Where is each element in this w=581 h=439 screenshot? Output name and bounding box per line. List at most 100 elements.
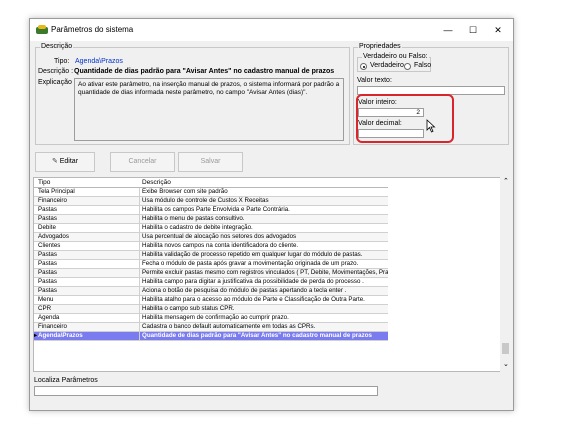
table-row[interactable]: Debite Habilita o cadastro de debite inte… [34, 224, 388, 233]
cell-tipo: Pastas [38, 269, 57, 276]
column-divider [139, 287, 140, 295]
propriedades-group-title: Propriedades [358, 43, 402, 50]
table-row[interactable]: Advogados Usa percentual de alocação nos … [34, 233, 388, 242]
table-row[interactable]: Agenda\Prazos Quantidade de dias padrão p… [34, 332, 388, 341]
column-divider [139, 251, 140, 259]
table-row[interactable]: Tela Principal Exibe Browser com site pad… [34, 188, 388, 197]
parametros-window: Parâmetros do sistema — ☐ ✕ Descrição Ti… [29, 18, 514, 411]
edit-button[interactable]: ✎ Editar [35, 152, 95, 172]
cell-descricao: Habilita o menu de pastas consultivo. [142, 215, 245, 222]
table-row[interactable]: Agenda Habilita mensagem de confirmação a… [34, 314, 388, 323]
column-divider [139, 215, 140, 223]
mouse-pointer-icon [426, 119, 436, 133]
cell-tipo: Pastas [38, 287, 57, 294]
cell-tipo: Pastas [38, 206, 57, 213]
cell-tipo: Agenda [38, 314, 60, 321]
valor-texto-label: Valor texto: [357, 77, 392, 84]
radio-verdadeiro[interactable] [360, 63, 367, 70]
pencil-icon: ✎ [51, 158, 60, 165]
parametros-grid[interactable]: Tipo Descrição Tela Principal Exibe Brows… [33, 177, 503, 372]
cell-tipo: CPR [38, 305, 52, 312]
column-divider [139, 197, 140, 205]
column-header-tipo[interactable]: Tipo [38, 178, 138, 187]
table-row[interactable]: Financeiro Usa módulo de controle de Cust… [34, 197, 388, 206]
table-row[interactable]: Pastas Fecha o módulo de pasta após grava… [34, 260, 388, 269]
cell-tipo: Pastas [38, 215, 57, 222]
cell-tipo: Financeiro [38, 323, 67, 330]
close-button[interactable]: ✕ [491, 24, 505, 36]
cell-descricao: Habilita validação de processo repetido … [142, 251, 363, 258]
bool-group-title: Verdadeiro ou Falso: [362, 53, 429, 60]
column-divider [139, 323, 140, 331]
cell-tipo: Clientes [38, 242, 61, 249]
localiza-label: Localiza Parâmetros [34, 377, 98, 384]
table-row[interactable]: Menu Habilita atalho para o acesso ao mód… [34, 296, 388, 305]
column-divider [139, 188, 140, 196]
table-row[interactable]: Financeiro Cadastra o banco default autom… [34, 323, 388, 332]
table-row[interactable]: Pastas Habilita validação de processo rep… [34, 251, 388, 260]
cell-tipo: Pastas [38, 251, 57, 258]
descricao-label: Descrição : [38, 68, 74, 75]
descricao-value: Quantidade de dias padrão para "Avisar A… [74, 68, 335, 75]
cell-tipo: Agenda\Prazos [38, 332, 83, 339]
verdadeiro-label: Verdadeiro [370, 62, 404, 69]
cell-descricao: Habilita atalho para o acesso ao módulo … [142, 296, 365, 303]
column-divider [139, 206, 140, 214]
column-divider [139, 305, 140, 313]
cell-descricao: Cadastra o banco default automaticamente… [142, 323, 316, 330]
cell-tipo: Advogados [38, 233, 69, 240]
cell-tipo: Menu [38, 296, 54, 303]
table-row[interactable]: CPR Habilita o campo sub status CPR. [34, 305, 388, 314]
explicacao-text: Ao ativar este parâmetro, na inserção ma… [78, 81, 340, 96]
cell-descricao: Exibe Browser com site padrão [142, 188, 228, 195]
cell-descricao: Fecha o módulo de pasta após gravar a mo… [142, 260, 359, 267]
table-row[interactable]: Pastas Permite excluir pastas mesmo com r… [34, 269, 388, 278]
table-row[interactable]: Pastas Habilita o menu de pastas consulti… [34, 215, 388, 224]
column-header-descricao[interactable]: Descrição [142, 178, 388, 187]
column-divider [139, 314, 140, 322]
scroll-thumb[interactable] [502, 343, 509, 354]
cell-descricao: Habilita novos campos na conta identific… [142, 242, 299, 249]
localiza-input[interactable] [34, 386, 378, 396]
column-divider [139, 332, 140, 340]
explicacao-memo[interactable]: Ao ativar este parâmetro, na inserção ma… [74, 78, 344, 141]
column-divider [139, 296, 140, 304]
current-row-indicator-icon: ▸ [34, 332, 38, 339]
cell-descricao: Habilita os campos Parte Envolvida e Par… [142, 206, 290, 213]
scroll-down-icon[interactable]: ⌄ [503, 360, 509, 368]
cell-tipo: Tela Principal [38, 188, 75, 195]
descricao-group-title: Descrição [40, 43, 74, 50]
cell-descricao: Habilita o cadastro de debite integração… [142, 224, 253, 231]
cell-descricao: Habilita campo para digitar a justificat… [142, 278, 364, 285]
cell-descricao: Aciona o botão de pesquisa do módulo de … [142, 287, 347, 294]
cell-tipo: Pastas [38, 260, 57, 267]
grid-header: Tipo Descrição [34, 178, 388, 188]
table-row[interactable]: Pastas Habilita os campos Parte Envolvida… [34, 206, 388, 215]
column-divider [139, 260, 140, 268]
cell-descricao: Habilita mensagem de confirmação ao cump… [142, 314, 289, 321]
cell-descricao: Usa percentual de alocação nos setores d… [142, 233, 297, 240]
radio-falso[interactable] [404, 63, 411, 70]
window-title: Parâmetros do sistema [51, 25, 134, 34]
highlight-box [356, 94, 454, 143]
grid-scrollbar[interactable]: ⌃ ⌄ [500, 177, 512, 372]
maximize-button[interactable]: ☐ [466, 24, 480, 36]
column-divider [139, 269, 140, 277]
cancel-button[interactable]: Cancelar [110, 152, 175, 172]
cell-tipo: Pastas [38, 278, 57, 285]
column-divider [139, 233, 140, 241]
tipo-value: Agenda\Prazos [75, 58, 123, 65]
scroll-up-icon[interactable]: ⌃ [503, 177, 509, 185]
save-button[interactable]: Salvar [178, 152, 243, 172]
cell-descricao: Habilita o campo sub status CPR. [142, 305, 235, 312]
table-row[interactable]: Clientes Habilita novos campos na conta i… [34, 242, 388, 251]
cell-descricao: Permite excluir pastas mesmo com registr… [142, 269, 388, 276]
column-divider [139, 242, 140, 250]
cell-tipo: Debite [38, 224, 56, 231]
column-divider [139, 224, 140, 232]
title-bar[interactable]: Parâmetros do sistema — ☐ ✕ [30, 19, 513, 41]
tipo-label: Tipo: [54, 58, 70, 65]
table-row[interactable]: Pastas Aciona o botão de pesquisa do módu… [34, 287, 388, 296]
table-row[interactable]: Pastas Habilita campo para digitar a just… [34, 278, 388, 287]
minimize-button[interactable]: — [441, 24, 455, 36]
